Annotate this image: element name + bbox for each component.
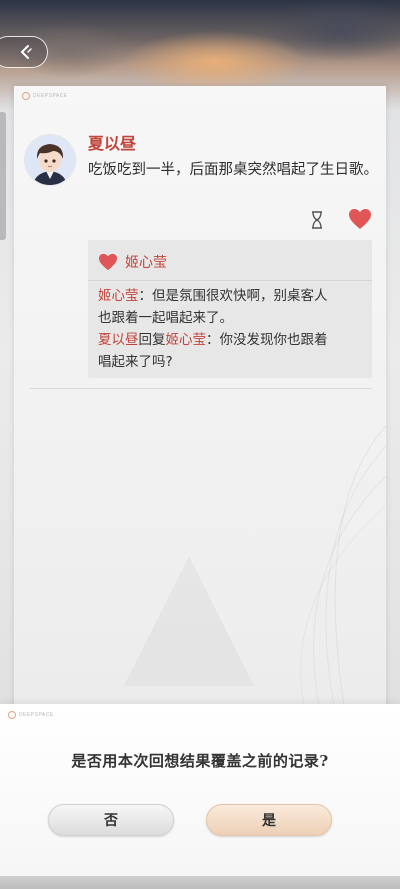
back-button[interactable] xyxy=(0,36,48,68)
brand-logo-icon xyxy=(8,711,16,719)
comment-line[interactable]: 唱起来了吗? xyxy=(98,351,364,373)
liker-name[interactable]: 姬心莹 xyxy=(125,252,167,272)
section-divider xyxy=(30,388,372,389)
post-content: 吃饭吃到一半，后面那桌突然唱起了生日歌。 xyxy=(88,162,378,178)
brand-logo-icon xyxy=(22,92,30,100)
comment-text: 唱起来了吗? xyxy=(98,354,173,370)
likes-divider xyxy=(88,280,372,281)
confirm-dialog: DEEPSPACE 是否用本次回想结果覆盖之前的记录? 否 是 xyxy=(0,704,400,876)
scroll-handle[interactable] xyxy=(0,112,6,240)
dialog-question: 是否用本次回想结果覆盖之前的记录? xyxy=(71,752,329,770)
background-decoration xyxy=(300,425,386,706)
hourglass-button[interactable] xyxy=(310,210,324,234)
comment-line[interactable]: 也跟着一起唱起来了。 xyxy=(98,307,364,329)
reply-word: 回复 xyxy=(138,332,166,348)
brand-text: DEEPSPACE xyxy=(33,93,68,99)
comment-author: 夏以昼 xyxy=(98,332,139,348)
brand-logo: DEEPSPACE xyxy=(22,92,68,100)
back-arrow-icon xyxy=(20,45,32,59)
avatar[interactable] xyxy=(24,134,76,186)
brand-text: DEEPSPACE xyxy=(19,712,54,718)
reply-target: 姬心莹 xyxy=(165,332,207,348)
moment-card: DEEPSPACE 夏以昼 吃饭吃到一半，后面那桌突然唱起了生日歌。 姬心莹 姬… xyxy=(14,86,386,706)
comment-author: 姬心莹 xyxy=(98,288,139,304)
comment-box: 姬心莹 姬心莹：但是氛围很欢快啊，别桌客人 也跟着一起唱起来了。 夏以昼回复姬心… xyxy=(88,240,372,378)
heart-icon xyxy=(349,209,371,229)
likes-row: 姬心莹 xyxy=(98,252,167,272)
comment-line[interactable]: 夏以昼回复姬心莹：你没发现你也跟着 xyxy=(98,329,364,351)
no-button[interactable]: 否 xyxy=(48,804,174,836)
comment-separator: ： xyxy=(138,288,153,304)
yes-button[interactable]: 是 xyxy=(206,804,332,836)
comment-line[interactable]: 姬心莹：但是氛围很欢快啊，别桌客人 xyxy=(98,285,364,307)
post-author[interactable]: 夏以昼 xyxy=(88,130,136,154)
avatar-portrait-icon xyxy=(25,135,75,185)
hourglass-icon xyxy=(312,211,322,229)
bottom-strip xyxy=(0,876,400,889)
like-button[interactable] xyxy=(348,208,372,234)
comment-text: 你没发现你也跟着 xyxy=(219,332,328,348)
comment-text: 也跟着一起唱起来了。 xyxy=(98,310,233,326)
comment-separator: ： xyxy=(206,332,220,348)
comment-text: 但是氛围很欢快啊，别桌客人 xyxy=(152,288,328,304)
heart-icon xyxy=(99,253,117,271)
brand-logo: DEEPSPACE xyxy=(8,711,54,719)
